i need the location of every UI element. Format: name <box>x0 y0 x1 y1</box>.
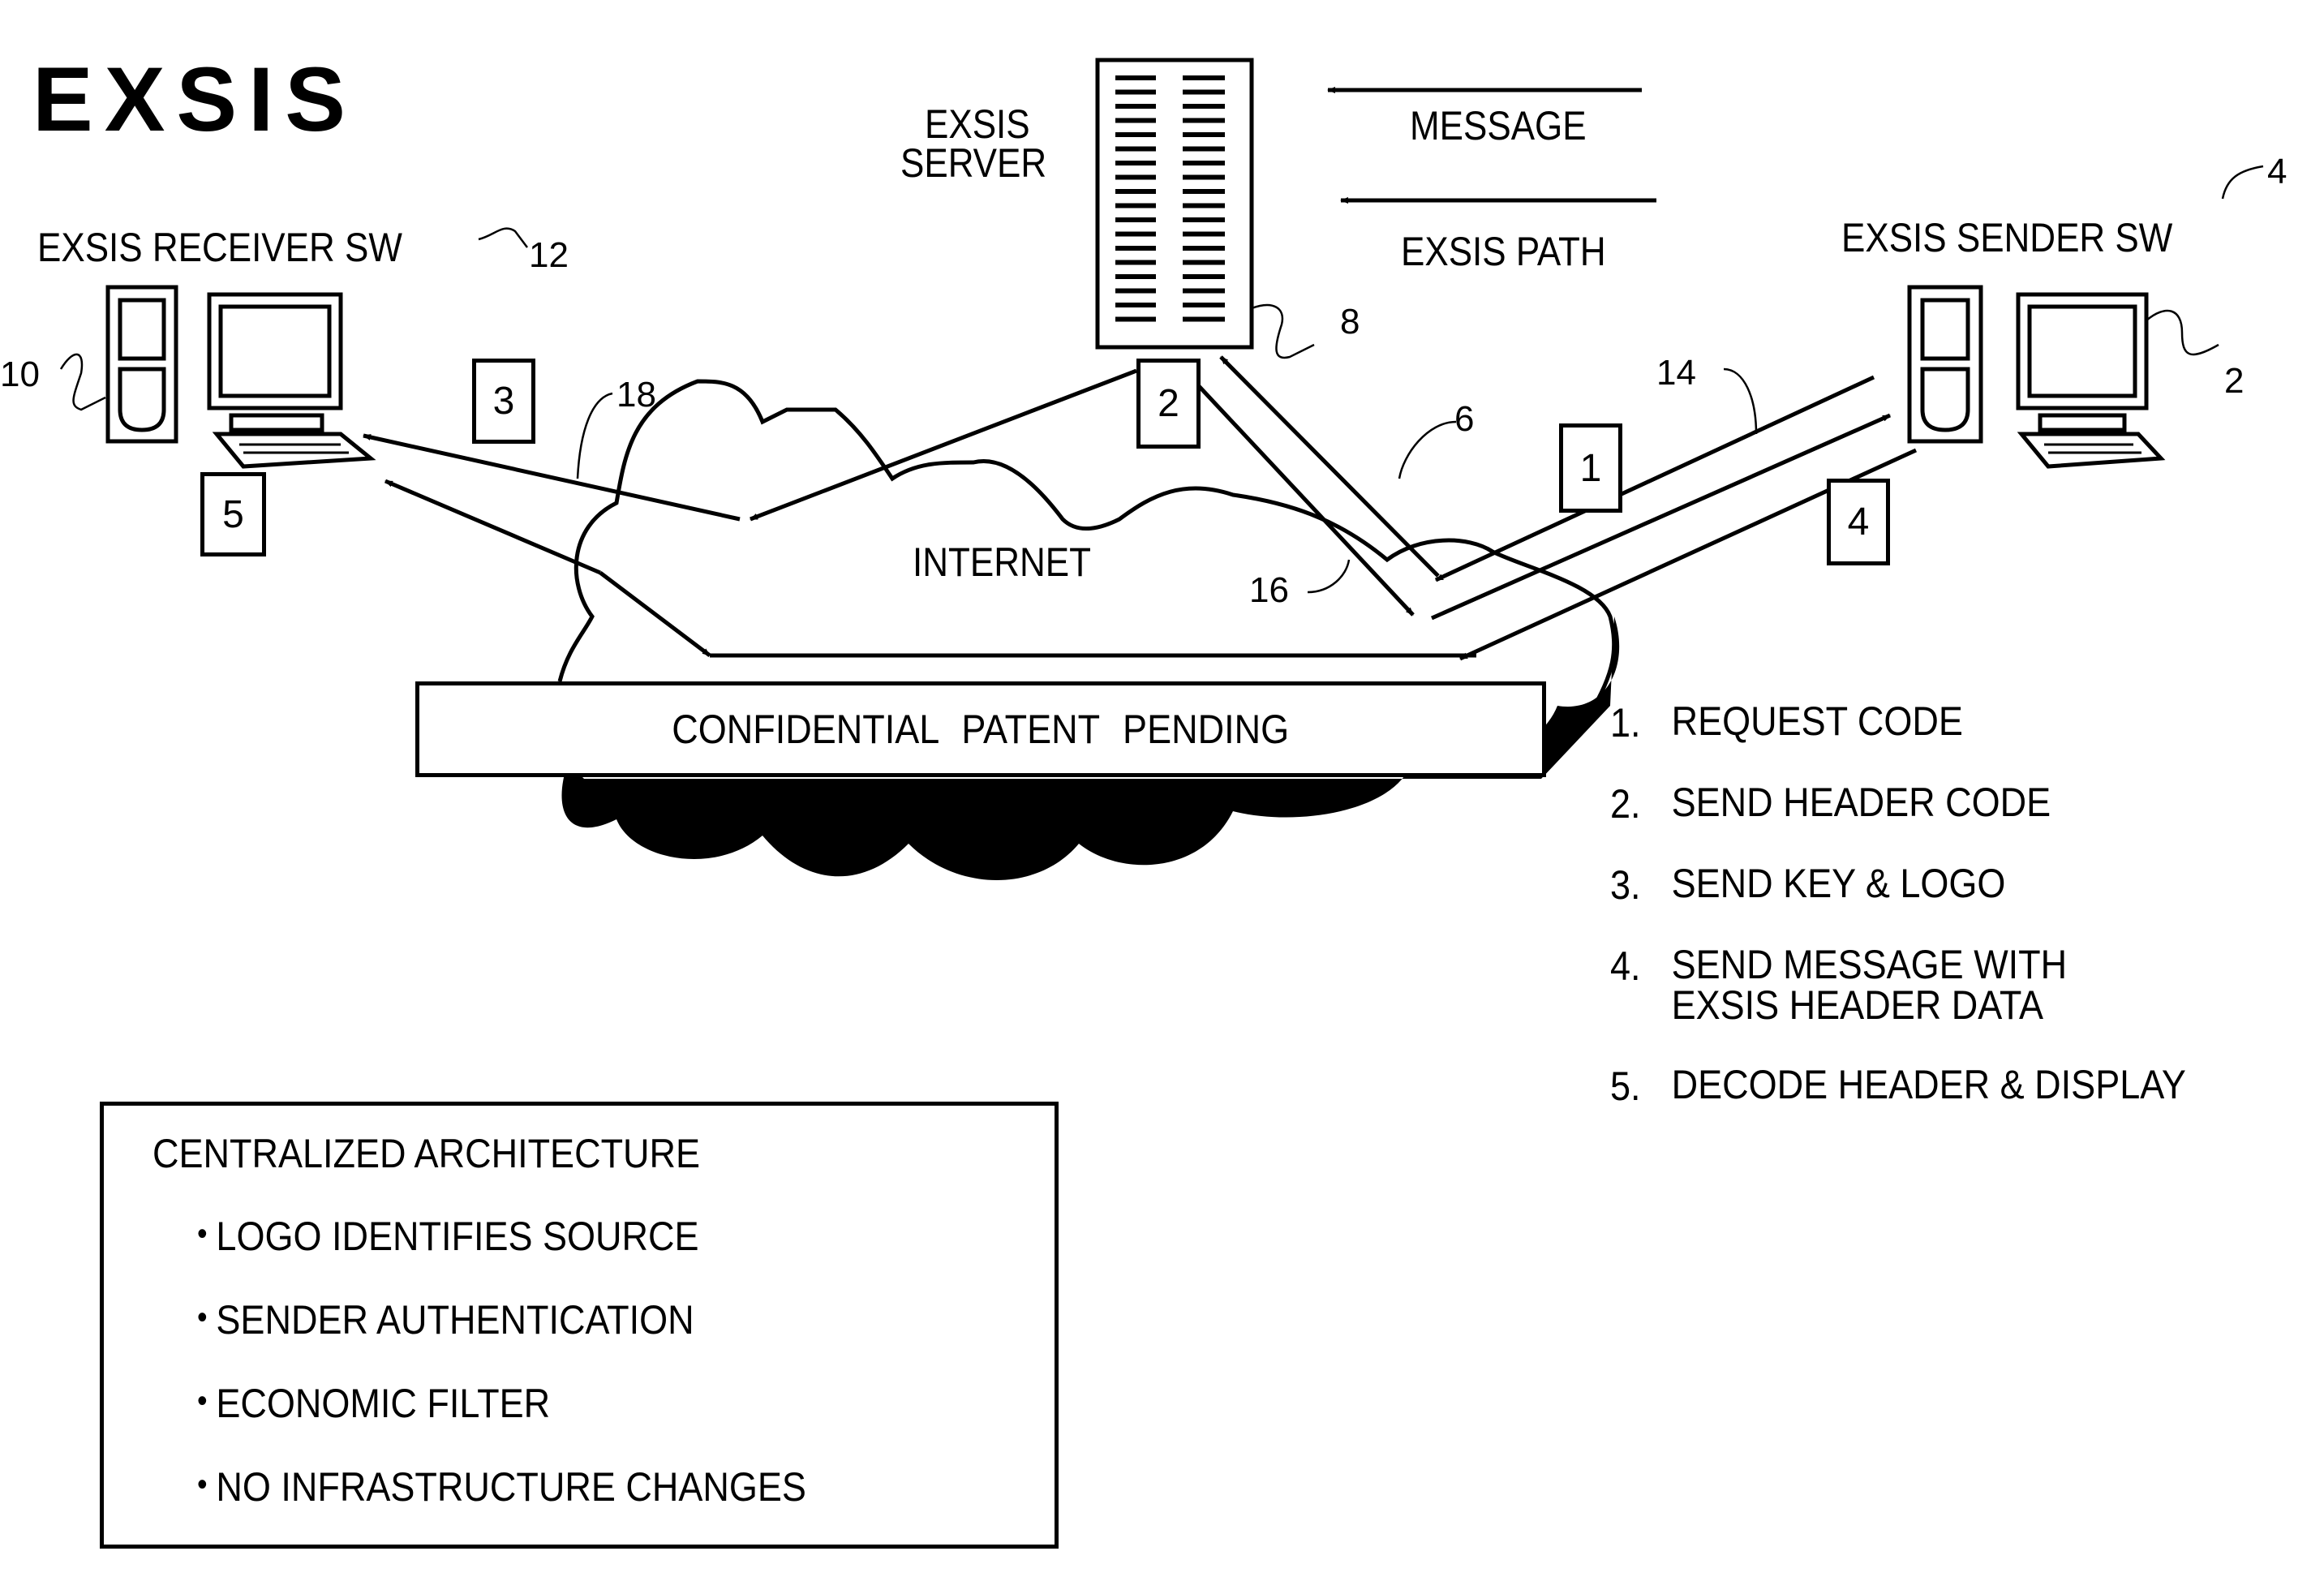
ref-leader-14 <box>1723 367 1758 435</box>
arrow-step-3 <box>363 433 741 522</box>
step-box-5: 5 <box>200 472 266 556</box>
ref-leader-18 <box>576 392 613 479</box>
architecture-item-text: ECONOMIC FILTER <box>216 1381 551 1426</box>
architecture-item: • SENDER AUTHENTICATION <box>197 1296 806 1380</box>
architecture-box: CENTRALIZED ARCHITECTURE • LOGO IDENTIFIE… <box>100 1102 1059 1549</box>
arrow-step-5-down <box>599 571 711 657</box>
ref-leader-16 <box>1307 559 1351 594</box>
step-box-3: 3 <box>472 359 535 444</box>
ref-18: 18 <box>616 375 656 415</box>
arrow-sender-in <box>1430 413 1892 621</box>
architecture-list: • LOGO IDENTIFIES SOURCE • SENDER AUTHENTI… <box>197 1213 874 1547</box>
step-number: 3. <box>1610 862 1641 908</box>
sender-label: EXSIS SENDER SW <box>1841 215 2173 260</box>
bullet-icon: • <box>197 1383 208 1419</box>
architecture-item-text: LOGO IDENTIFIES SOURCE <box>216 1214 699 1259</box>
step-text: REQUEST CODE <box>1671 698 1963 744</box>
sender-computer-icon <box>1907 285 2166 469</box>
architecture-item-text: SENDER AUTHENTICATION <box>216 1297 694 1343</box>
ref-leader-6 <box>1398 420 1457 479</box>
arrow-step-5-up <box>384 479 601 575</box>
ref-4: 4 <box>2267 152 2287 191</box>
step-text: SEND KEY & LOGO <box>1671 861 2006 906</box>
ref-leader-10 <box>59 353 106 411</box>
arrow-to-server-up <box>1219 355 1440 578</box>
exsis-path-key-label: EXSIS PATH <box>1401 229 1606 274</box>
ref-leader-12 <box>478 227 528 248</box>
ref-8: 8 <box>1340 302 1360 342</box>
bullet-icon: • <box>197 1300 208 1335</box>
step-number: 4. <box>1610 943 1641 989</box>
bullet-icon: • <box>197 1216 208 1252</box>
step-number: 2. <box>1610 781 1641 827</box>
receiver-label: EXSIS RECEIVER SW <box>37 225 402 270</box>
architecture-item-text: NO INFRASTRUCTURE CHANGES <box>216 1464 806 1510</box>
receiver-computer-icon <box>105 285 376 469</box>
arrow-server-down <box>1185 372 1415 617</box>
internet-label: INTERNET <box>913 539 1091 585</box>
architecture-item: • NO INFRASTRUCTURE CHANGES <box>197 1463 806 1547</box>
bullet-icon: • <box>197 1467 208 1502</box>
ref-leader-4 <box>2221 165 2264 200</box>
step-text: DECODE HEADER & DISPLAY <box>1671 1062 2186 1107</box>
step-item: 5. DECODE HEADER & DISPLAY <box>1610 1062 2186 1109</box>
confidential-banner-text: CONFIDENTIAL PATENT PENDING <box>672 707 1290 752</box>
exsis-server-icon <box>1095 58 1254 350</box>
step-box-2: 2 <box>1136 359 1201 449</box>
ref-2: 2 <box>2224 361 2245 401</box>
ref-6: 6 <box>1454 399 1475 439</box>
architecture-heading: CENTRALIZED ARCHITECTURE <box>152 1131 701 1176</box>
step-item: 1. REQUEST CODE <box>1610 698 2186 746</box>
step-item: 4. SEND MESSAGE WITH EXSIS HEADER DATA <box>1610 942 2186 1028</box>
ref-leader-2 <box>2146 309 2219 356</box>
step-box-1: 1 <box>1559 423 1622 513</box>
ref-16: 16 <box>1249 570 1289 610</box>
server-label-line1: EXSIS <box>925 101 1030 147</box>
ref-10: 10 <box>0 355 40 394</box>
page-title: EXSIS <box>32 49 357 150</box>
arrow-receiver-to-server <box>750 368 1137 522</box>
confidential-banner: CONFIDENTIAL PATENT PENDING <box>415 681 1546 777</box>
step-text-continued: EXSIS HEADER DATA <box>1671 982 2044 1028</box>
step-number: 5. <box>1610 1064 1641 1109</box>
steps-legend: 1. REQUEST CODE 2. SEND HEADER CODE 3. S… <box>1610 698 2250 1147</box>
step-text: SEND HEADER CODE <box>1671 780 2051 825</box>
server-label-line2: SERVER <box>900 140 1047 186</box>
step-item: 2. SEND HEADER CODE <box>1610 780 2186 827</box>
step-number: 1. <box>1610 700 1641 746</box>
architecture-item: • ECONOMIC FILTER <box>197 1380 806 1463</box>
architecture-item: • LOGO IDENTIFIES SOURCE <box>197 1213 806 1296</box>
arrow-step-1 <box>1434 375 1875 582</box>
step-item: 3. SEND KEY & LOGO <box>1610 861 2186 908</box>
step-text: SEND MESSAGE WITH <box>1671 942 2068 987</box>
ref-leader-8 <box>1251 303 1315 359</box>
step-box-4: 4 <box>1827 479 1890 565</box>
message-key-label: MESSAGE <box>1410 103 1587 148</box>
ref-12: 12 <box>529 235 569 275</box>
ref-14: 14 <box>1656 353 1696 393</box>
